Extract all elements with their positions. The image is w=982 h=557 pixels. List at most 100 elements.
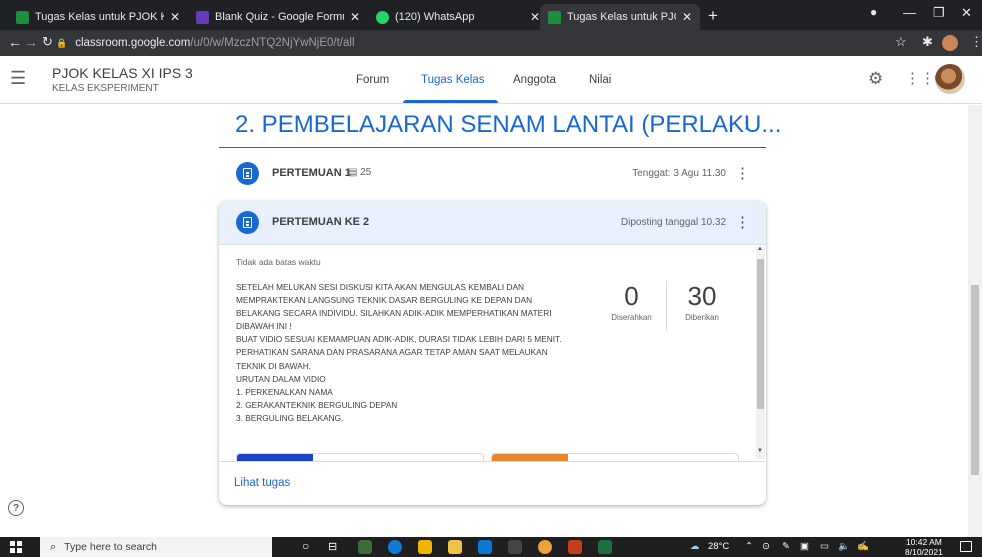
- scroll-down-arrow-icon[interactable]: ▼: [757, 448, 763, 454]
- forward-icon[interactable]: →: [24, 34, 38, 50]
- address-bar[interactable]: 🔒 classroom.google.com /u/0/w/MzczNTQ2Nj…: [56, 33, 876, 53]
- description-line: URUTAN DALAM VIDIO: [236, 373, 326, 384]
- tab-forum[interactable]: Forum: [356, 74, 389, 86]
- restore-icon[interactable]: ❐: [933, 5, 945, 21]
- scroll-up-arrow-icon[interactable]: ▲: [757, 246, 763, 252]
- assigned-stat[interactable]: 30 Diberikan: [672, 281, 732, 322]
- topic-divider: [219, 147, 766, 148]
- assigned-count: 30: [687, 281, 717, 311]
- excel-icon[interactable]: [598, 540, 612, 554]
- turned-in-count: 0: [624, 281, 639, 311]
- turned-in-stat[interactable]: 0 Diserahkan: [604, 281, 659, 322]
- taskbar-app-icon[interactable]: [508, 540, 522, 554]
- profile-avatar-icon[interactable]: [942, 35, 958, 51]
- pen-workspace-icon[interactable]: ✍: [857, 541, 869, 552]
- chrome-icon[interactable]: [538, 540, 552, 554]
- classwork-content: 2. PEMBELAJARAN SENAM LANTAI (PERLAKU...…: [0, 105, 982, 537]
- attachment-card[interactable]: [491, 453, 739, 461]
- browser-tab-4-active[interactable]: Tugas Kelas untuk PJOK KELAS XI ✕: [540, 4, 700, 30]
- forms-favicon-icon: [196, 10, 209, 24]
- tab-people[interactable]: Anggota: [513, 74, 556, 86]
- browser-toolbar: ← → ↻ 🔒 classroom.google.com /u/0/w/Mzcz…: [0, 30, 982, 56]
- task-view-icon[interactable]: ⊟: [328, 540, 337, 553]
- weather-cloud-icon[interactable]: ☁: [690, 541, 700, 552]
- close-window-icon[interactable]: ✕: [961, 5, 972, 21]
- attachment-card[interactable]: [236, 453, 484, 461]
- assignment-card-header[interactable]: PERTEMUAN KE 2 Diposting tanggal 10.32 ⋮: [219, 201, 766, 245]
- assignment-posted-date: Diposting tanggal 10.32: [620, 217, 726, 228]
- page-scrollbar[interactable]: [968, 105, 982, 537]
- view-assignment-link[interactable]: Lihat tugas: [234, 477, 290, 489]
- taskbar-search-box[interactable]: ⌕ Type here to search: [40, 537, 272, 557]
- description-line: 2. GERAKANTEKNIK BERGULING DEPAN: [236, 399, 398, 410]
- assignment-title: PERTEMUAN KE 2: [272, 216, 370, 228]
- weather-temperature[interactable]: 28°C: [708, 541, 729, 552]
- description-line: BUAT VIDIO SESUAI KEMAMPUAN ADIK-ADIK, D…: [236, 334, 562, 345]
- store-icon[interactable]: [418, 540, 432, 554]
- lock-icon: 🔒: [56, 37, 68, 48]
- close-tab-icon[interactable]: ✕: [530, 10, 540, 24]
- details-scrollbar-thumb[interactable]: [757, 259, 764, 409]
- browser-tab-3[interactable]: (120) WhatsApp ✕: [368, 4, 548, 30]
- main-menu-icon[interactable]: ☰: [10, 68, 26, 89]
- classroom-favicon-icon: [16, 10, 29, 24]
- user-avatar[interactable]: [935, 64, 965, 94]
- description-line: 1. PERKENALKAN NAMA: [236, 386, 333, 397]
- taskbar-clock[interactable]: 10:42 AM 8/10/2021: [905, 537, 943, 557]
- tray-icon[interactable]: ▣: [800, 541, 809, 552]
- description-line: DIBAWAH INI !: [236, 321, 292, 332]
- topic-more-options-icon[interactable]: ⋮: [738, 113, 755, 133]
- cortana-icon[interactable]: ○: [302, 539, 309, 553]
- profile-indicator-icon[interactable]: ●: [870, 5, 877, 19]
- mail-icon[interactable]: [478, 540, 492, 554]
- extensions-icon[interactable]: ✱: [922, 34, 933, 50]
- browser-tab-2[interactable]: Blank Quiz - Google Formulir ✕: [188, 4, 368, 30]
- description-line: PERHATIKAN SARANA DAN PRASARANA AGAR TET…: [236, 347, 548, 358]
- minimize-icon[interactable]: —: [903, 5, 916, 20]
- tab-classwork[interactable]: Tugas Kelas: [421, 74, 485, 86]
- notifications-icon[interactable]: [960, 541, 972, 552]
- new-tab-icon[interactable]: +: [708, 6, 718, 26]
- description-line: SETELAH MELUKAN SESI DISKUSI KITA AKAN M…: [236, 282, 525, 292]
- close-tab-icon[interactable]: ✕: [170, 10, 180, 24]
- help-icon[interactable]: ?: [8, 500, 24, 516]
- reload-icon[interactable]: ↻: [42, 34, 53, 50]
- assignment-row-pertemuan-1[interactable]: PERTEMUAN 1 ▤ 25 Tenggat: 3 Agu 11.30 ⋮: [219, 150, 766, 197]
- browser-menu-icon[interactable]: ⋮: [970, 34, 982, 50]
- tray-icon[interactable]: ⊙: [762, 541, 770, 552]
- description-line: TEKNIK DI BAWAH.: [236, 360, 311, 371]
- due-label: Tidak ada batas waktu: [236, 257, 321, 267]
- description-line: 3. BERGULING BELAKANG.: [236, 412, 344, 423]
- page-scrollbar-thumb[interactable]: [971, 285, 979, 475]
- close-tab-icon[interactable]: ✕: [350, 10, 360, 24]
- taskbar-app-icon[interactable]: [358, 540, 372, 554]
- comment-count-value: 25: [360, 167, 372, 178]
- powerpoint-icon[interactable]: [568, 540, 582, 554]
- close-tab-icon[interactable]: ✕: [682, 10, 692, 24]
- active-tab-indicator: [403, 100, 498, 103]
- edge-icon[interactable]: [388, 540, 402, 554]
- class-title[interactable]: PJOK KELAS XI IPS 3: [52, 65, 193, 81]
- file-explorer-icon[interactable]: [448, 540, 462, 554]
- tab-grades[interactable]: Nilai: [589, 74, 611, 86]
- search-icon: ⌕: [50, 540, 57, 553]
- back-icon[interactable]: ←: [8, 34, 22, 50]
- whatsapp-favicon-icon: [376, 10, 389, 24]
- assignment-more-options-icon[interactable]: ⋮: [735, 213, 750, 231]
- classroom-favicon-icon: [548, 10, 561, 24]
- bookmark-star-icon[interactable]: ☆: [895, 34, 907, 50]
- attachment-thumbnail: [492, 454, 568, 461]
- windows-start-icon[interactable]: [10, 541, 22, 553]
- battery-icon[interactable]: ▭: [820, 541, 829, 552]
- volume-icon[interactable]: 🔈: [838, 541, 850, 552]
- assignment-card-footer: Lihat tugas: [219, 461, 766, 505]
- assignment-more-options-icon[interactable]: ⋮: [735, 164, 750, 182]
- assignment-icon: [236, 211, 259, 234]
- show-hidden-icons-chevron-icon[interactable]: ⌃: [745, 541, 753, 552]
- settings-gear-icon[interactable]: ⚙: [868, 69, 883, 89]
- url-host: classroom.google.com: [75, 37, 191, 49]
- windows-taskbar: ⌕ Type here to search ○ ⊟ ☁ 28°C ⌃ ⊙ ✎ ▣…: [0, 537, 982, 557]
- browser-tab-1[interactable]: Tugas Kelas untuk PJOK KELAS XI ✕: [8, 4, 188, 30]
- pen-icon[interactable]: ✎: [782, 541, 790, 552]
- tab-title: Tugas Kelas untuk PJOK KELAS XI: [567, 11, 676, 23]
